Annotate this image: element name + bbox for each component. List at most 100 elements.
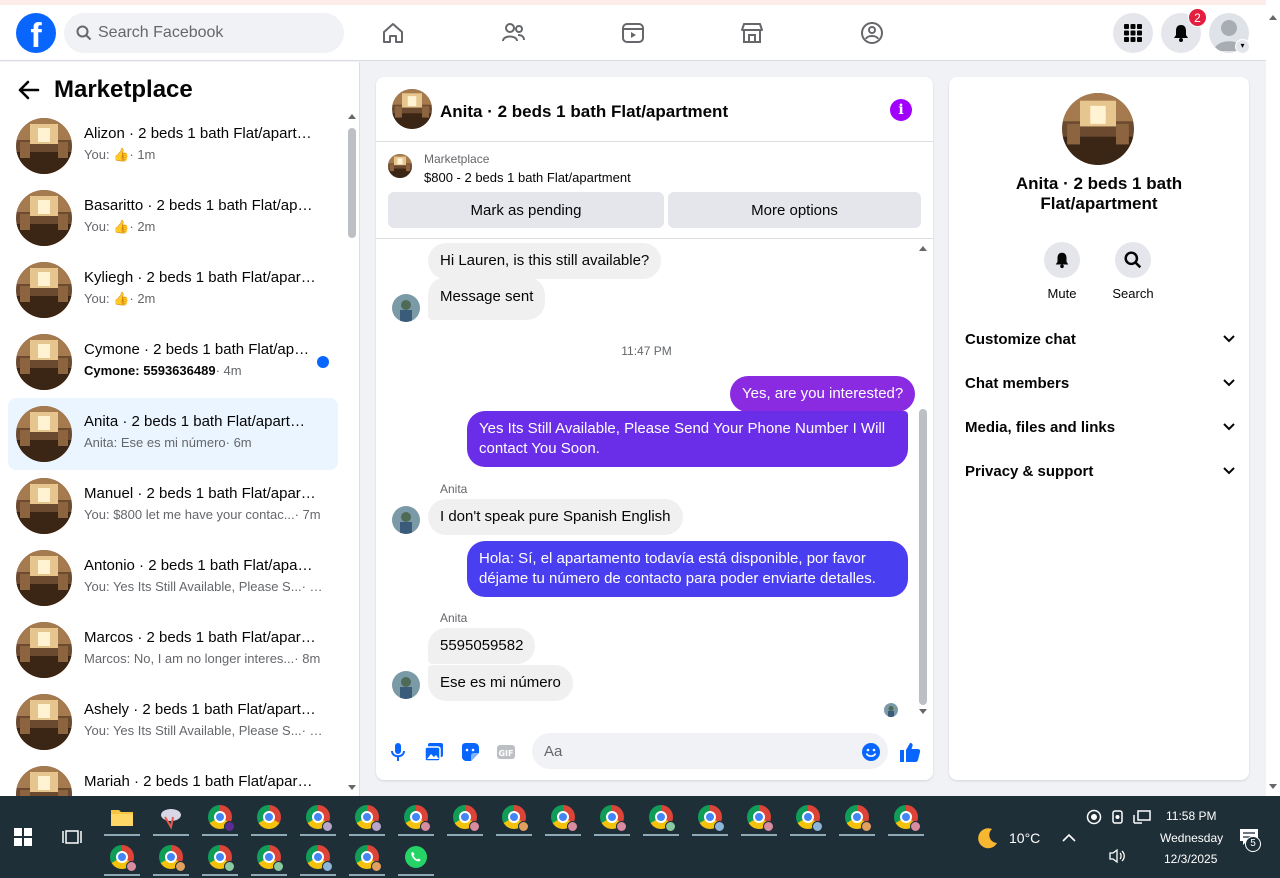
message-thread: Hi Lauren, is this still available? Mess… [376,239,933,719]
conversation-item[interactable]: Antonio · 2 beds 1 bath Flat/apartment Y… [8,542,338,614]
conversation-preview: Marcos: No, I am no longer interes...· 8… [84,651,321,666]
clock-time[interactable]: 11:58 PM [1166,809,1216,823]
chat-scrollbar-thumb[interactable] [919,409,927,705]
marketplace-nav-icon[interactable] [738,19,766,47]
record-icon[interactable] [1086,809,1102,828]
chrome-profile-icon[interactable] [592,798,632,836]
volume-icon[interactable] [1108,848,1126,867]
groups-nav-icon[interactable] [858,19,886,47]
chrome-profile-icon[interactable] [298,798,338,836]
sticker-icon[interactable] [458,740,482,764]
contact-avatar [392,294,420,322]
message-incoming: Ese es mi número [428,665,573,701]
chrome-profile-icon[interactable] [837,798,877,836]
customize-chat-section[interactable]: Customize chat [965,317,1235,361]
menu-grid-button[interactable] [1113,13,1153,53]
friends-nav-icon[interactable] [499,19,527,47]
page-scrollbar[interactable] [1266,0,1280,796]
mute-button[interactable]: Mute [1032,242,1092,301]
conversation-preview: You: Yes Its Still Available, Please S..… [84,723,324,738]
facebook-logo-icon[interactable]: f [16,13,56,53]
conversation-item[interactable]: Manuel · 2 beds 1 bath Flat/apartment Yo… [8,470,338,542]
section-label: Chat members [965,374,1070,392]
message-outgoing: Hola: Sí, el apartamento todavía está di… [467,541,908,597]
chrome-profile-icon[interactable] [543,798,583,836]
whatsapp-icon[interactable] [396,838,436,876]
listing-thumbnail [16,478,72,534]
chrome-icon[interactable] [249,798,289,836]
privacy-support-section[interactable]: Privacy & support [965,449,1235,493]
task-view-icon[interactable] [62,828,82,849]
account-chevron-down-icon[interactable]: ▾ [1235,39,1250,54]
meet-now-icon[interactable] [1110,809,1126,828]
clock-date[interactable]: 12/3/2025 [1164,852,1217,866]
photo-icon[interactable] [422,740,446,764]
home-nav-icon[interactable] [379,19,407,47]
chrome-profile-icon[interactable] [396,798,436,836]
chrome-profile-icon[interactable] [445,798,485,836]
sidebar-scrollbar-thumb[interactable] [348,128,356,238]
chrome-profile-icon[interactable] [788,798,828,836]
section-label: Customize chat [965,330,1076,348]
listing-thumbnail [16,694,72,750]
notifications-button[interactable]: 2 [1161,8,1207,53]
chrome-profile-icon[interactable] [200,838,240,876]
show-hidden-icons-chevron-up-icon[interactable] [1062,830,1076,846]
conversation-item-active[interactable]: Anita · 2 beds 1 bath Flat/apartment Ani… [8,398,338,470]
search-chat-button[interactable]: Search [1103,242,1163,301]
chat-title[interactable]: Anita · 2 beds 1 bath Flat/apartment [440,102,728,122]
chrome-profile-icon[interactable] [494,798,534,836]
message-input[interactable] [532,733,888,769]
marketplace-sidebar: Marketplace Alizon · 2 beds 1 bath Flat/… [0,62,360,796]
chrome-profile-icon[interactable] [690,798,730,836]
listing-thumbnail [16,406,72,462]
bell-icon [1055,252,1069,269]
conversation-preview: You: $800 let me have your contac...· 7m [84,507,321,522]
search-input[interactable] [98,24,318,42]
conversation-preview: Anita: Ese es mi número· 6m [84,435,252,450]
conversation-item[interactable]: Marcos · 2 beds 1 bath Flat/apartment Ma… [8,614,338,686]
listing-price[interactable]: $800 - 2 beds 1 bath Flat/apartment [424,170,631,185]
mark-as-pending-button[interactable]: Mark as pending [388,192,664,228]
file-explorer-icon[interactable] [102,798,142,836]
weather-temperature[interactable]: 10°C [1009,830,1040,846]
chrome-profile-icon[interactable] [347,838,387,876]
conversation-item[interactable]: Mariah · 2 beds 1 bath Flat/apartment [8,758,338,796]
chrome-profile-icon[interactable] [347,798,387,836]
back-arrow-icon[interactable] [18,80,40,100]
like-send-icon[interactable] [898,740,922,764]
info-icon[interactable]: i [890,99,912,121]
chrome-profile-icon[interactable] [102,838,142,876]
chat-listing-thumbnail[interactable] [392,89,432,129]
chrome-profile-icon[interactable] [200,798,240,836]
conversation-item[interactable]: Alizon · 2 beds 1 bath Flat/apartment Yo… [8,110,338,182]
emoji-icon[interactable] [859,740,883,764]
conversation-item[interactable]: Ashely · 2 beds 1 bath Flat/apartment Yo… [8,686,338,758]
snipping-tool-icon[interactable] [151,798,191,836]
microphone-icon[interactable] [386,740,410,764]
thumbs-up-icon: 👍 [113,291,130,306]
search-box[interactable] [64,13,344,53]
media-files-links-section[interactable]: Media, files and links [965,405,1235,449]
more-options-button[interactable]: More options [668,192,921,228]
message-incoming: I don't speak pure Spanish English [428,499,683,535]
chat-members-section[interactable]: Chat members [965,361,1235,405]
clock-day[interactable]: Wednesday [1160,831,1223,845]
sidebar-header: Marketplace [18,76,193,104]
weather-moon-icon[interactable] [976,826,1000,853]
chrome-profile-icon[interactable] [151,838,191,876]
contact-avatar [392,671,420,699]
chrome-profile-icon[interactable] [739,798,779,836]
windows-start-icon[interactable] [14,828,32,849]
conversation-item[interactable]: Kyliegh · 2 beds 1 bath Flat/apartment Y… [8,254,338,326]
conversation-item[interactable]: Basaritto · 2 beds 1 bath Flat/apartment… [8,182,338,254]
network-icon[interactable] [1133,809,1151,828]
chrome-profile-icon[interactable] [249,838,289,876]
chrome-profile-icon[interactable] [641,798,681,836]
read-receipt-avatar [884,703,898,717]
chrome-profile-icon[interactable] [886,798,926,836]
conversation-item[interactable]: Cymone · 2 beds 1 bath Flat/apartment Cy… [8,326,338,398]
chrome-profile-icon[interactable] [298,838,338,876]
gif-icon[interactable]: GIF [494,740,518,764]
video-nav-icon[interactable] [619,19,647,47]
